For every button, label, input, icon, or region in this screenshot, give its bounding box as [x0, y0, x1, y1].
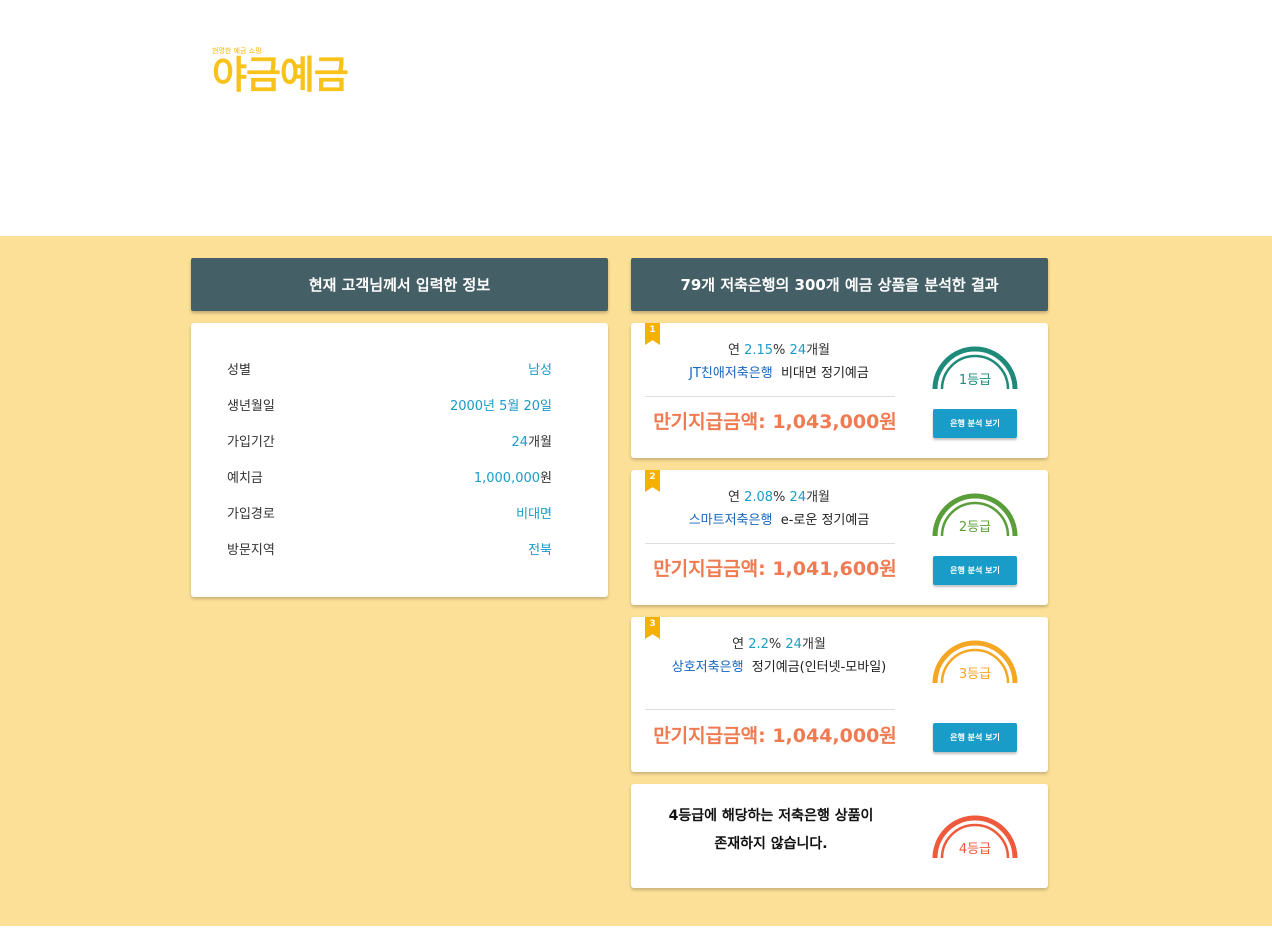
content-band: 현재 고객님께서 입력한 정보 성별 남성 생년월일 2000년 5월 20일 …: [0, 236, 1272, 926]
info-key: 성별: [227, 363, 251, 378]
bank-name[interactable]: 스마트저축은행: [689, 513, 773, 528]
bank-name[interactable]: 상호저축은행: [672, 660, 744, 675]
product-name: e-로운 정기예금: [780, 513, 870, 528]
grade-label: 4등급: [958, 842, 992, 857]
info-value: 전북: [528, 543, 552, 558]
result-card-2: 2 연 2.08% 24개월 스마트저축은행 e-로운 정기예금 만기지급금액:…: [631, 470, 1048, 605]
grade-gauge-icon: 4등급: [931, 812, 1019, 860]
grade-gauge-icon: 1등급: [931, 343, 1019, 391]
rate-text: 연 2.15% 24개월: [727, 343, 831, 358]
divider: [645, 396, 895, 397]
logo[interactable]: 현명한 예금 쇼핑 야금예금: [212, 46, 349, 97]
info-row-birthdate: 생년월일 2000년 5월 20일: [227, 395, 552, 431]
maturity-amount: 만기지급금액: 1,043,000원: [653, 411, 897, 433]
bank-analysis-button[interactable]: 은행 분석 보기: [933, 723, 1017, 752]
info-value: 1,000,000원: [473, 471, 552, 486]
grade-label: 2등급: [958, 520, 992, 535]
info-row-deposit: 예치금 1,000,000원: [227, 467, 552, 503]
no-product-message: 4등급에 해당하는 저축은행 상품이 존재하지 않습니다.: [668, 808, 874, 852]
info-key: 생년월일: [227, 399, 275, 414]
analysis-result-column: 79개 저축은행의 300개 예금 상품을 분석한 결과 1 연 2.15% 2…: [631, 258, 1048, 888]
product-text: 스마트저축은행 e-로운 정기예금: [659, 512, 899, 530]
product-text: 상호저축은행 정기예금(인터넷-모바일): [659, 659, 899, 677]
rate-text: 연 2.2% 24개월: [732, 637, 826, 652]
rate-text: 연 2.08% 24개월: [727, 490, 831, 505]
info-key: 예치금: [227, 471, 263, 486]
info-row-gender: 성별 남성: [227, 359, 552, 395]
result-card-3: 3 연 2.2% 24개월 상호저축은행 정기예금(인터넷-모바일) 만기지급금…: [631, 617, 1048, 772]
info-value: 24개월: [511, 435, 552, 450]
divider: [645, 709, 895, 710]
info-key: 가입경로: [227, 507, 275, 522]
rank-ribbon: 1: [645, 323, 660, 345]
logo-name: 야금예금: [212, 53, 349, 97]
bank-name[interactable]: JT친애저축은행: [689, 366, 773, 381]
info-row-channel: 가입경로 비대면: [227, 503, 552, 539]
maturity-amount: 만기지급금액: 1,041,600원: [653, 558, 897, 580]
info-key: 방문지역: [227, 543, 275, 558]
product-name: 비대면 정기예금: [780, 366, 869, 381]
customer-info-card: 성별 남성 생년월일 2000년 5월 20일 가입기간 24개월 예치금 1,…: [191, 323, 608, 597]
grade-gauge-icon: 2등급: [931, 490, 1019, 538]
product-name: 정기예금(인터넷-모바일): [751, 660, 887, 675]
no-product-card: 4등급에 해당하는 저축은행 상품이 존재하지 않습니다. 4등급: [631, 784, 1048, 888]
divider: [645, 543, 895, 544]
maturity-amount: 만기지급금액: 1,044,000원: [653, 725, 897, 747]
grade-label: 1등급: [958, 373, 992, 388]
rank-ribbon: 2: [645, 470, 660, 492]
info-value: 비대면: [516, 507, 552, 522]
info-row-region: 방문지역 전북: [227, 539, 552, 575]
info-value: 2000년 5월 20일: [449, 399, 552, 414]
product-text: JT친애저축은행 비대면 정기예금: [659, 365, 899, 383]
analysis-result-header: 79개 저축은행의 300개 예금 상품을 분석한 결과: [631, 258, 1048, 311]
customer-info-column: 현재 고객님께서 입력한 정보 성별 남성 생년월일 2000년 5월 20일 …: [191, 258, 608, 597]
grade-gauge-icon: 3등급: [931, 637, 1019, 685]
bank-analysis-button[interactable]: 은행 분석 보기: [933, 409, 1017, 438]
bank-analysis-button[interactable]: 은행 분석 보기: [933, 556, 1017, 585]
rank-ribbon: 3: [645, 617, 660, 639]
grade-label: 3등급: [958, 667, 992, 682]
info-value: 남성: [528, 363, 552, 378]
info-key: 가입기간: [227, 435, 275, 450]
result-card-1: 1 연 2.15% 24개월 JT친애저축은행 비대면 정기예금 만기지급금액:…: [631, 323, 1048, 458]
customer-info-header: 현재 고객님께서 입력한 정보: [191, 258, 608, 311]
info-row-period: 가입기간 24개월: [227, 431, 552, 467]
page-header: 현명한 예금 쇼핑 야금예금: [0, 0, 1272, 236]
